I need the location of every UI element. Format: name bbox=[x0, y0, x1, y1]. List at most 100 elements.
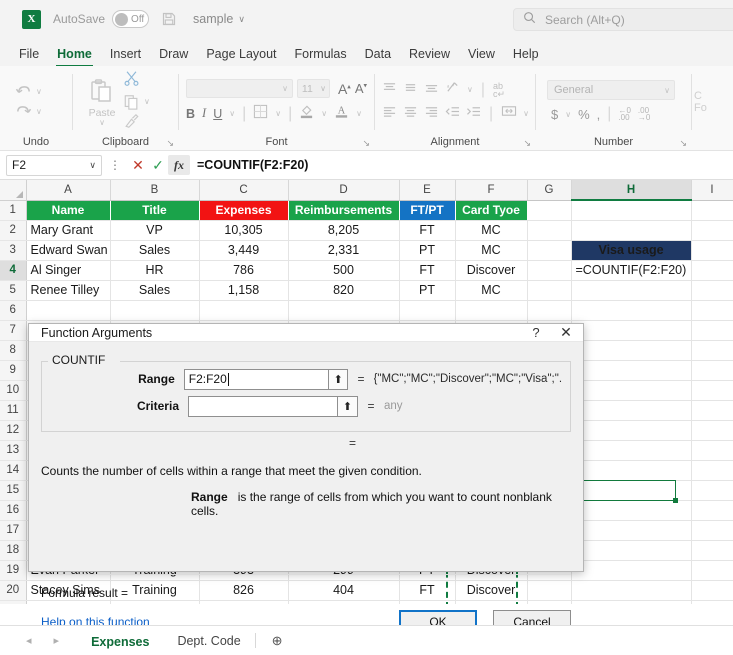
cell-f1[interactable]: Card Tyoe bbox=[455, 200, 528, 221]
insert-function-icon[interactable]: fx bbox=[168, 155, 190, 175]
formula-input[interactable]: =COUNTIF(F2:F20) bbox=[197, 154, 727, 176]
column-header-h[interactable]: H bbox=[571, 180, 692, 201]
alignment-dialog-launcher[interactable]: ↘ bbox=[523, 136, 531, 150]
cell-h14[interactable] bbox=[571, 460, 692, 481]
format-as-table-label[interactable]: Fo bbox=[694, 102, 707, 114]
cell-h10[interactable] bbox=[571, 380, 692, 401]
cell-e1[interactable]: FT/PT bbox=[399, 200, 456, 221]
cell-d6[interactable] bbox=[288, 300, 400, 321]
cell-h8[interactable] bbox=[571, 340, 692, 361]
add-sheet-icon[interactable]: ⊕ bbox=[256, 633, 299, 649]
autosave-toggle[interactable]: Off bbox=[112, 10, 150, 28]
paste-button[interactable]: Paste ∨ bbox=[87, 78, 117, 126]
cell-e2[interactable]: FT bbox=[399, 220, 456, 241]
cell-c3[interactable]: 3,449 bbox=[199, 240, 289, 261]
row-header-9[interactable]: 9 bbox=[0, 360, 27, 381]
help-icon[interactable]: ? bbox=[523, 325, 549, 340]
cell-c1[interactable]: Expenses bbox=[199, 200, 289, 221]
font-dialog-launcher[interactable]: ↘ bbox=[362, 136, 370, 150]
currency-format-icon[interactable]: $ bbox=[551, 107, 558, 122]
cell-a3[interactable]: Edward Swan bbox=[26, 240, 111, 261]
column-header-i[interactable]: I bbox=[691, 180, 733, 201]
cell-d3[interactable]: 2,331 bbox=[288, 240, 400, 261]
cell-f2[interactable]: MC bbox=[455, 220, 528, 241]
filename-chevron-icon[interactable]: ∨ bbox=[238, 14, 245, 25]
cell-i4[interactable] bbox=[691, 260, 733, 281]
sheet-tab-expenses[interactable]: Expenses bbox=[77, 625, 164, 655]
cell-h21[interactable] bbox=[571, 600, 692, 604]
percent-format-icon[interactable]: % bbox=[578, 107, 590, 122]
row-header-16[interactable]: 16 bbox=[0, 500, 27, 521]
column-header-b[interactable]: B bbox=[110, 180, 200, 201]
conditional-formatting-label[interactable]: C bbox=[694, 90, 702, 102]
align-center-icon[interactable] bbox=[403, 105, 418, 123]
cell-b2[interactable]: VP bbox=[110, 220, 200, 241]
cell-b6[interactable] bbox=[110, 300, 200, 321]
cell-c6[interactable] bbox=[199, 300, 289, 321]
copy-chevron-icon[interactable]: ∨ bbox=[144, 97, 150, 106]
cell-a5[interactable]: Renee Tilley bbox=[26, 280, 111, 301]
increase-font-size-icon[interactable]: A▴ bbox=[338, 81, 351, 97]
cell-h2[interactable] bbox=[571, 220, 692, 241]
cell-e6[interactable] bbox=[399, 300, 456, 321]
cell-i2[interactable] bbox=[691, 220, 733, 241]
cell-h16[interactable] bbox=[571, 500, 692, 521]
cell-i15[interactable] bbox=[691, 480, 733, 501]
merge-cells-icon[interactable] bbox=[501, 104, 517, 123]
select-all-corner[interactable] bbox=[0, 180, 27, 201]
cell-a1[interactable]: Name bbox=[26, 200, 111, 221]
range-input[interactable]: F2:F20 bbox=[183, 368, 330, 390]
column-header-f[interactable]: F bbox=[455, 180, 528, 201]
cell-g5[interactable] bbox=[527, 280, 572, 301]
cell-i11[interactable] bbox=[691, 400, 733, 421]
ribbon-tab-page-layout[interactable]: Page Layout bbox=[197, 42, 285, 66]
currency-chevron-icon[interactable]: ∨ bbox=[565, 110, 571, 119]
formula-bar-more-icon[interactable]: ⋮ bbox=[109, 158, 121, 172]
cell-i18[interactable] bbox=[691, 540, 733, 561]
cell-h3-visa-usage-label[interactable]: Visa usage bbox=[571, 240, 692, 261]
save-icon[interactable] bbox=[161, 11, 177, 27]
row-header-10[interactable]: 10 bbox=[0, 380, 27, 401]
cell-g4[interactable] bbox=[527, 260, 572, 281]
column-header-e[interactable]: E bbox=[399, 180, 456, 201]
cell-i10[interactable] bbox=[691, 380, 733, 401]
fill-color-icon[interactable] bbox=[299, 103, 314, 124]
align-bottom-icon[interactable] bbox=[424, 81, 439, 99]
cell-b3[interactable]: Sales bbox=[110, 240, 200, 261]
cell-c2[interactable]: 10,305 bbox=[199, 220, 289, 241]
cell-g6[interactable] bbox=[527, 300, 572, 321]
cell-f4[interactable]: Discover bbox=[455, 260, 528, 281]
cell-h6[interactable] bbox=[571, 300, 692, 321]
cell-e5[interactable]: PT bbox=[399, 280, 456, 301]
row-header-14[interactable]: 14 bbox=[0, 460, 27, 481]
ribbon-tab-review[interactable]: Review bbox=[400, 42, 459, 66]
cell-h5[interactable] bbox=[571, 280, 692, 301]
criteria-collapse-dialog-icon[interactable]: ⬆ bbox=[338, 395, 358, 417]
cell-d4[interactable]: 500 bbox=[288, 260, 400, 281]
cell-h18[interactable] bbox=[571, 540, 692, 561]
cell-i1[interactable] bbox=[691, 200, 733, 221]
borders-icon[interactable] bbox=[253, 104, 268, 124]
font-color-chevron-icon[interactable]: ∨ bbox=[356, 109, 362, 118]
cell-h17[interactable] bbox=[571, 520, 692, 541]
decrease-indent-icon[interactable] bbox=[445, 105, 460, 123]
increase-decimal-icon[interactable]: ←0.00 bbox=[618, 107, 630, 122]
cell-f3[interactable]: MC bbox=[455, 240, 528, 261]
row-header-11[interactable]: 11 bbox=[0, 400, 27, 421]
close-icon[interactable]: ✕ bbox=[549, 324, 583, 341]
ribbon-tab-data[interactable]: Data bbox=[356, 42, 400, 66]
number-dialog-launcher[interactable]: ↘ bbox=[679, 136, 687, 150]
cell-i13[interactable] bbox=[691, 440, 733, 461]
align-middle-icon[interactable] bbox=[403, 81, 418, 99]
next-sheet-icon[interactable]: ▸ bbox=[54, 634, 60, 647]
cell-i3[interactable] bbox=[691, 240, 733, 261]
italic-button[interactable]: I bbox=[202, 106, 206, 121]
format-painter-icon[interactable] bbox=[123, 113, 150, 134]
undo-button[interactable]: ∨ bbox=[15, 84, 42, 99]
align-left-icon[interactable] bbox=[382, 105, 397, 123]
column-header-d[interactable]: D bbox=[288, 180, 400, 201]
cell-g1[interactable] bbox=[527, 200, 572, 221]
cancel-formula-icon[interactable]: ✕ bbox=[128, 157, 148, 174]
ribbon-tab-file[interactable]: File bbox=[10, 42, 48, 66]
cell-i6[interactable] bbox=[691, 300, 733, 321]
